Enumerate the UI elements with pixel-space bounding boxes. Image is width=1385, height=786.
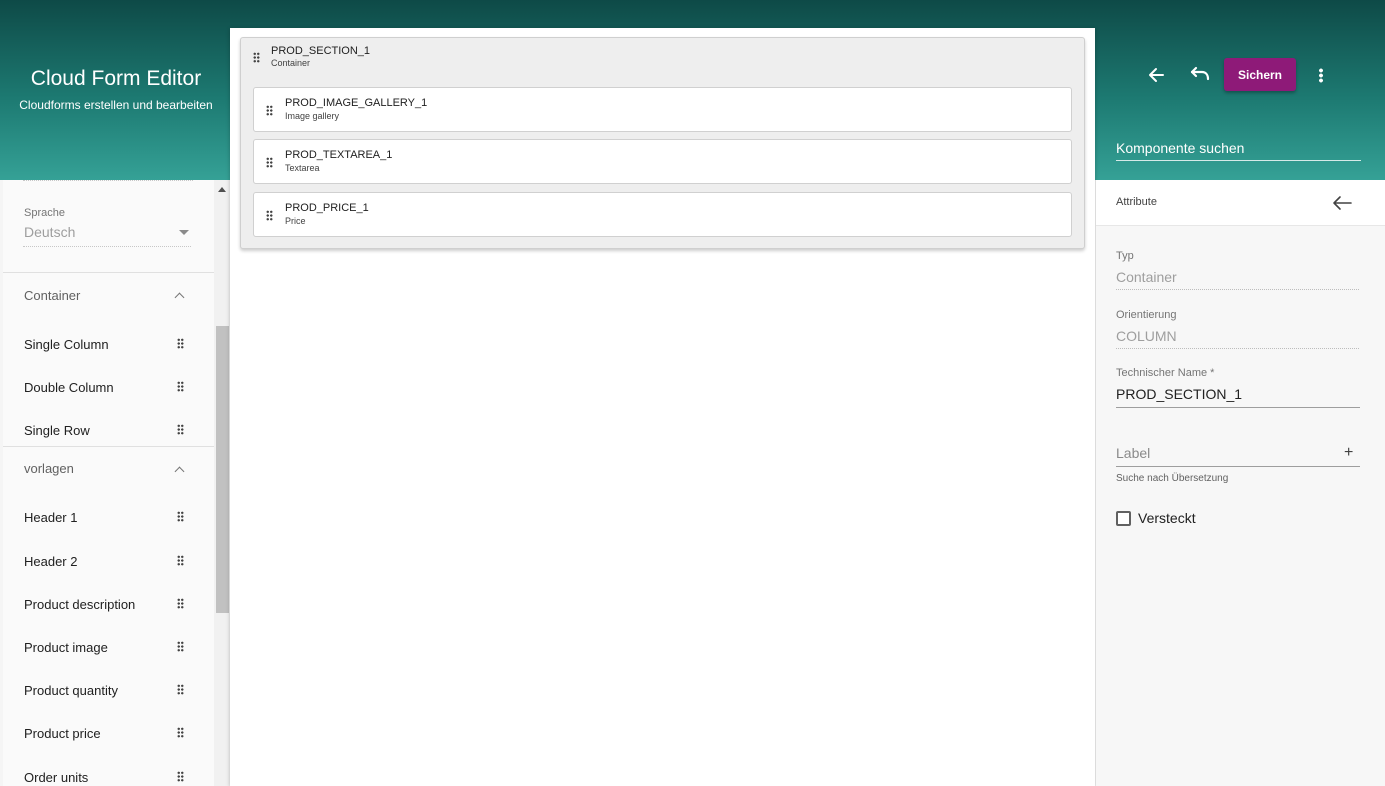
orientation-label: Orientierung (1116, 309, 1177, 321)
field-underline (1116, 289, 1359, 290)
palette-scrollbar[interactable] (214, 180, 230, 786)
language-label: Sprache (24, 207, 65, 219)
label-input[interactable] (1116, 443, 1341, 463)
attributes-title: Attribute (1116, 196, 1157, 208)
type-value: Container (1116, 269, 1177, 285)
attributes-header: Attribute (1096, 180, 1385, 226)
select-underline (23, 246, 191, 247)
drag-handle-icon[interactable] (253, 52, 260, 63)
group-title-container[interactable]: Container (24, 288, 80, 303)
component-name: PROD_SECTION_1 (271, 45, 371, 57)
component-name: PROD_IMAGE_GALLERY_1 (285, 97, 428, 109)
palette-item-product-image[interactable]: Product image (3, 626, 214, 669)
palette-item-single-column[interactable]: Single Column (3, 323, 214, 366)
palette-item-label: Product image (24, 640, 108, 655)
technical-name-label: Technischer Name * (1116, 367, 1215, 379)
drag-handle-icon[interactable] (177, 555, 184, 566)
palette-item-label: Single Row (24, 423, 90, 438)
arrow-left-icon[interactable] (1147, 66, 1165, 84)
palette-item-label: Header 1 (24, 510, 78, 525)
palette-item-label: Single Column (24, 337, 109, 352)
component-type: Textarea (285, 163, 320, 173)
field-underline (1116, 407, 1360, 408)
orientation-value: COLUMN (1116, 328, 1177, 344)
palette-item-product-price[interactable]: Product price (3, 712, 214, 755)
divider (23, 180, 193, 181)
hidden-checkbox-label[interactable]: Versteckt (1138, 510, 1196, 526)
technical-name-input[interactable]: PROD_SECTION_1 (1116, 386, 1242, 402)
palette-item-label: Product description (24, 597, 136, 612)
component-palette: Sprache Deutsch Container Single Column … (3, 180, 214, 786)
chevron-up-icon[interactable] (174, 292, 185, 303)
palette-item-product-quantity[interactable]: Product quantity (3, 669, 214, 712)
drag-handle-icon[interactable] (177, 641, 184, 652)
drag-handle-icon[interactable] (266, 105, 273, 116)
drag-handle-icon[interactable] (177, 338, 184, 349)
drag-handle-icon[interactable] (177, 381, 184, 392)
caret-down-icon[interactable] (179, 230, 189, 235)
palette-item-header-1[interactable]: Header 1 (3, 496, 214, 539)
attributes-panel: Attribute Typ Container Orientierung COL… (1096, 180, 1385, 786)
drag-handle-icon[interactable] (266, 210, 273, 221)
component-type: Price (285, 216, 306, 226)
palette-item-label: Double Column (24, 380, 114, 395)
section-container[interactable]: PROD_SECTION_1 Container PROD_IMAGE_GALL… (240, 37, 1085, 249)
component-name: PROD_PRICE_1 (285, 202, 369, 214)
form-canvas: PROD_SECTION_1 Container PROD_IMAGE_GALL… (230, 28, 1095, 786)
drag-handle-icon[interactable] (266, 157, 273, 168)
search-underline (1116, 160, 1361, 161)
brand: Cloud Form Editor Cloudforms erstellen u… (0, 66, 232, 112)
field-underline (1116, 466, 1360, 467)
group-title-vorlagen[interactable]: vorlagen (24, 461, 74, 476)
palette-item-double-column[interactable]: Double Column (3, 366, 214, 409)
drag-handle-icon[interactable] (177, 598, 184, 609)
drag-handle-icon[interactable] (177, 727, 184, 738)
plus-icon[interactable]: + (1344, 444, 1353, 462)
app-subtitle: Cloudforms erstellen und bearbeiten (19, 98, 213, 112)
scroll-up-icon[interactable] (218, 187, 226, 192)
palette-item-label: Order units (24, 770, 89, 785)
palette-item-order-units[interactable]: Order units (3, 756, 214, 786)
divider (3, 272, 214, 273)
arrow-left-icon[interactable] (1332, 195, 1352, 211)
palette-item-header-2[interactable]: Header 2 (3, 540, 214, 583)
drag-handle-icon[interactable] (177, 771, 184, 782)
component-name: PROD_TEXTAREA_1 (285, 149, 393, 161)
undo-icon[interactable] (1189, 66, 1211, 82)
component-card[interactable]: PROD_TEXTAREA_1 Textarea (253, 139, 1072, 184)
component-type: Container (271, 58, 311, 68)
palette-item-label: Header 2 (24, 554, 78, 569)
component-search-input[interactable]: Komponente suchen (1116, 140, 1244, 156)
divider (3, 446, 214, 447)
app-title: Cloud Form Editor (30, 67, 202, 90)
drag-handle-icon[interactable] (177, 511, 184, 522)
component-card[interactable]: PROD_PRICE_1 Price (253, 192, 1072, 237)
component-card[interactable]: PROD_IMAGE_GALLERY_1 Image gallery (253, 87, 1072, 132)
drag-handle-icon[interactable] (177, 684, 184, 695)
component-type: Image gallery (285, 111, 340, 121)
scrollbar-thumb[interactable] (216, 326, 229, 613)
drag-handle-icon[interactable] (177, 424, 184, 435)
palette-item-label: Product price (24, 726, 101, 741)
palette-item-product-description[interactable]: Product description (3, 583, 214, 626)
palette-item-label: Product quantity (24, 683, 118, 698)
chevron-up-icon[interactable] (174, 466, 185, 477)
field-underline (1116, 348, 1359, 349)
more-vertical-icon[interactable] (1319, 68, 1323, 83)
save-button[interactable]: Sichern (1224, 58, 1296, 91)
label-hint: Suche nach Übersetzung (1116, 473, 1229, 484)
type-label: Typ (1116, 250, 1134, 262)
language-select[interactable]: Deutsch (24, 224, 75, 240)
hidden-checkbox[interactable] (1116, 511, 1131, 526)
